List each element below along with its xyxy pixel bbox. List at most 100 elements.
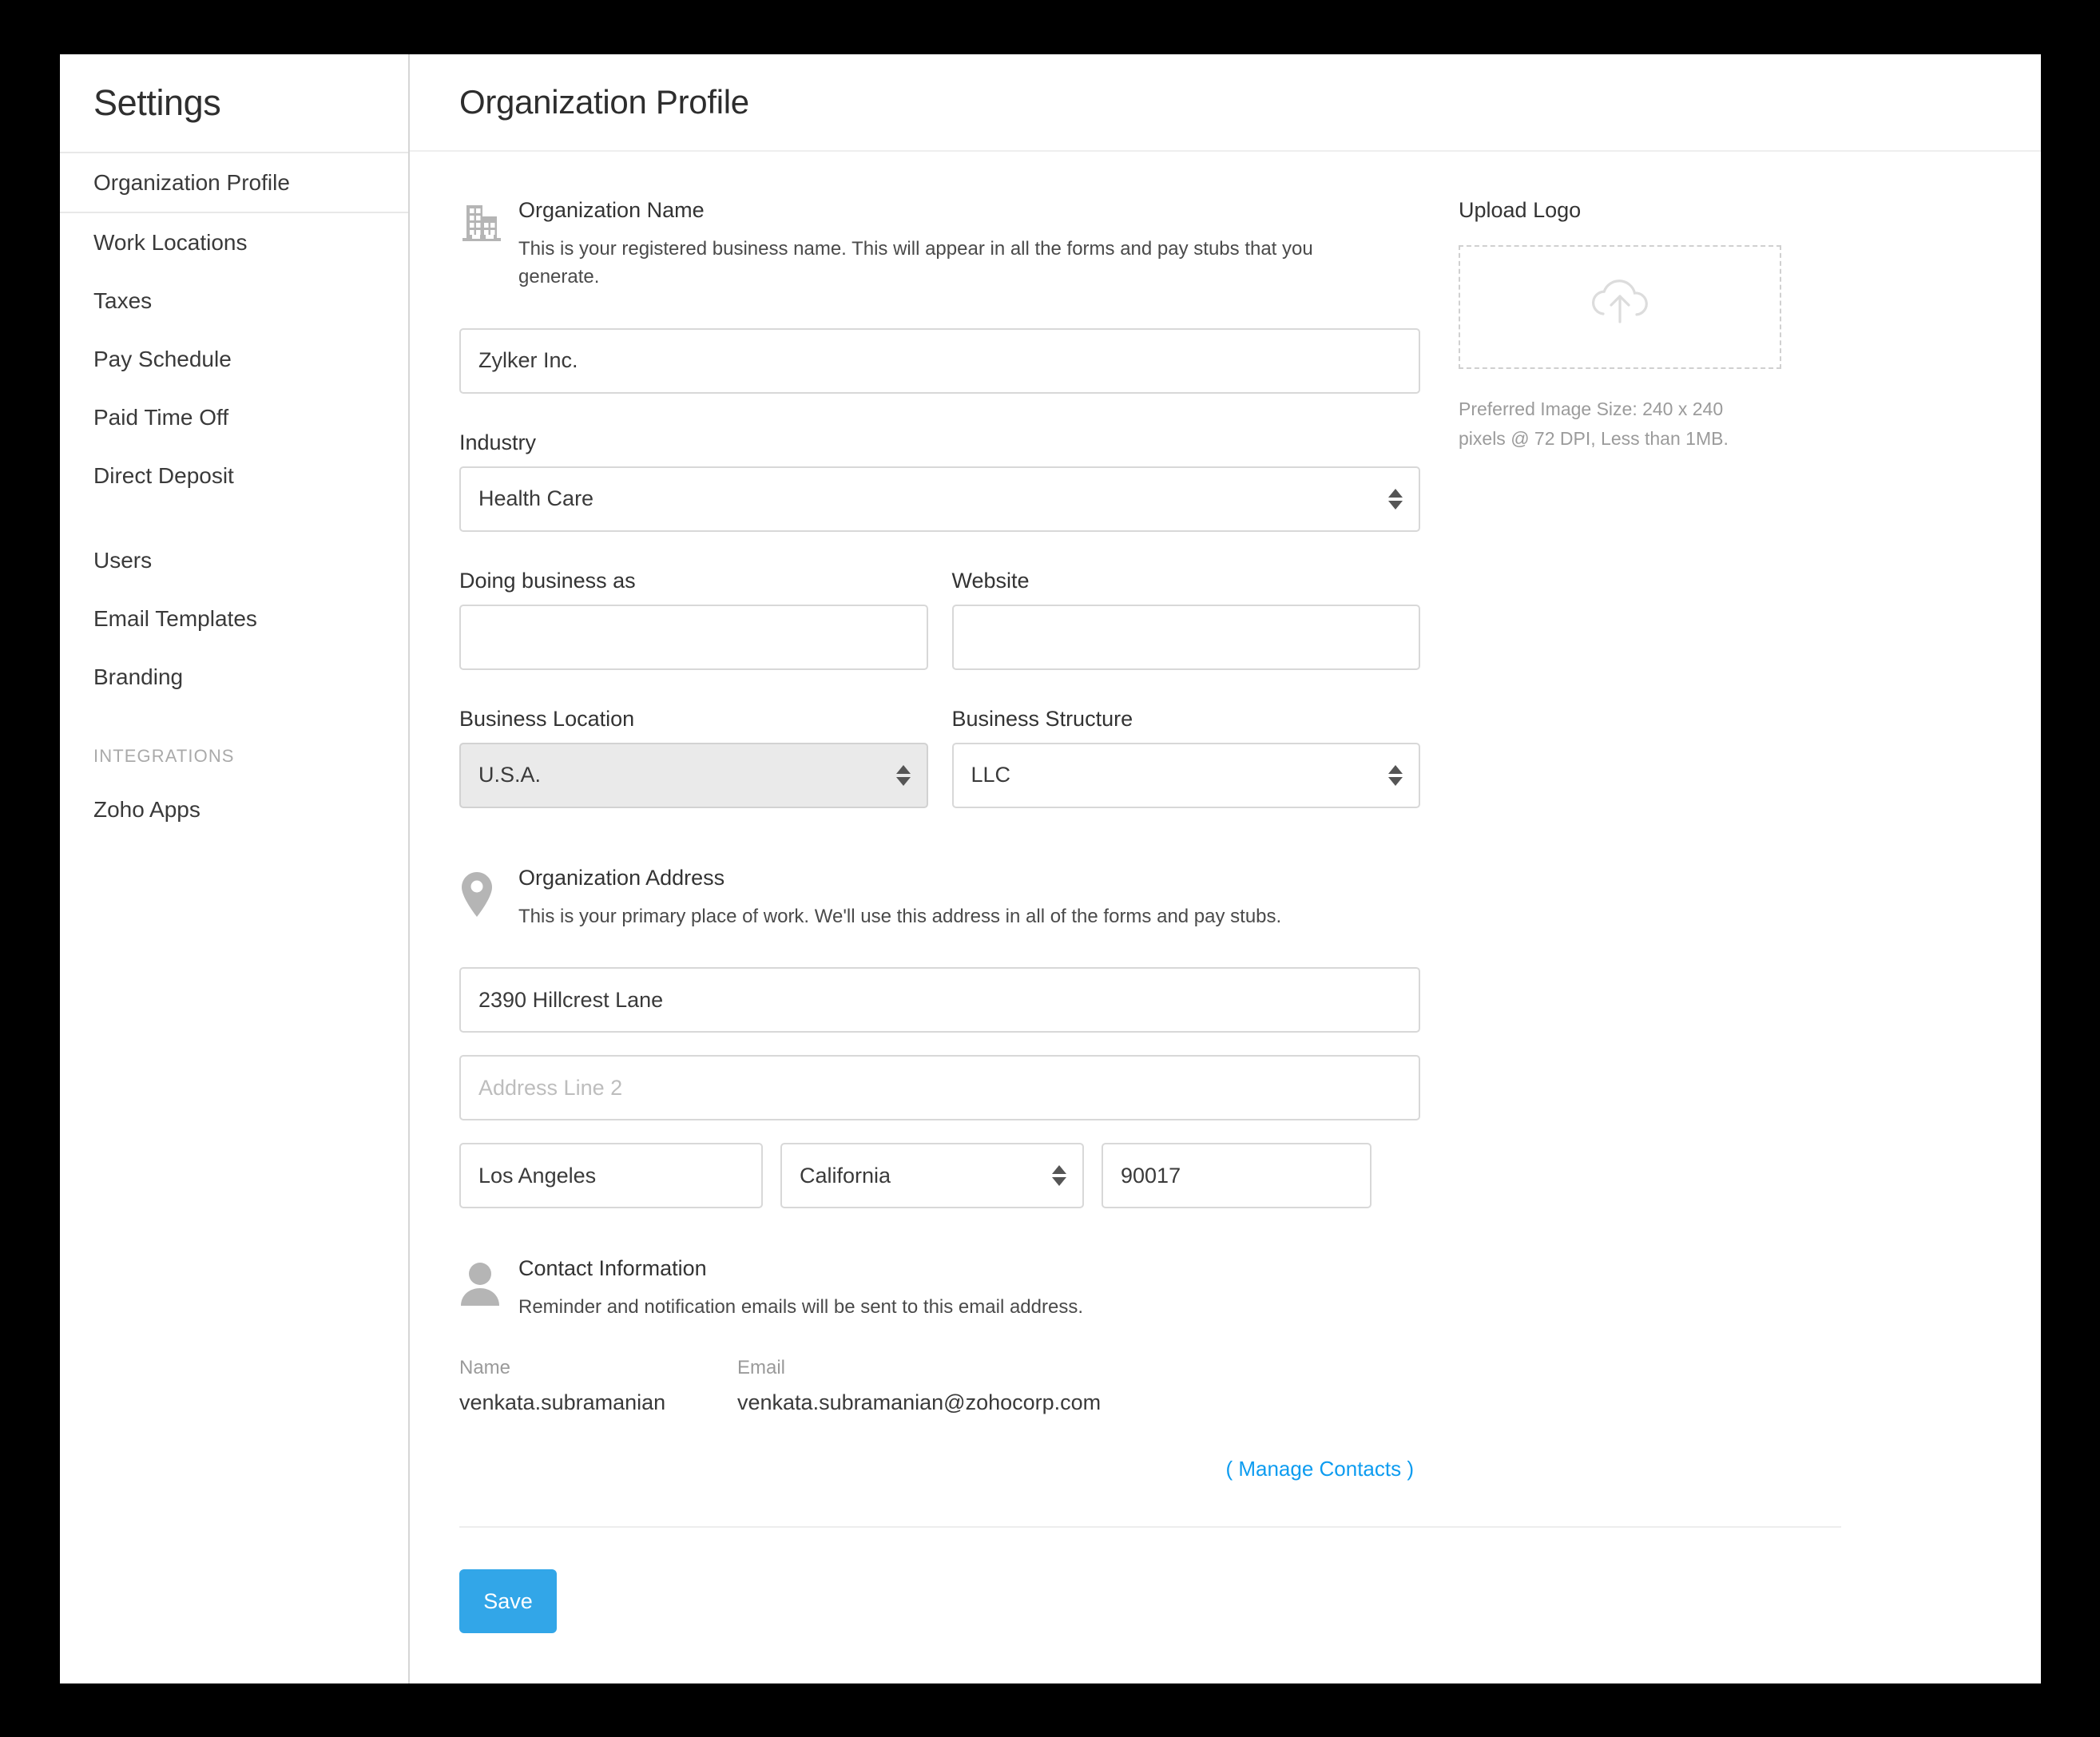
industry-select[interactable]: Health Care bbox=[459, 466, 1420, 532]
organization-name-input[interactable]: Zylker Inc. bbox=[459, 327, 1420, 394]
sidebar-section-integrations: INTEGRATIONS bbox=[93, 746, 235, 766]
settings-window: Settings Organization Profile Work Locat… bbox=[60, 54, 2041, 1683]
address-zip-input[interactable]: 90017 bbox=[1102, 1143, 1372, 1209]
contact-information-section: Contact Information Reminder and notific… bbox=[459, 1256, 1420, 1322]
contact-cell-email: venkata.subramanian@zohocorp.com bbox=[737, 1390, 1102, 1415]
sidebar-title: Settings bbox=[93, 82, 221, 123]
address-line2-input[interactable]: Address Line 2 bbox=[459, 1055, 1420, 1121]
sidebar-item-direct-deposit[interactable]: Direct Deposit bbox=[60, 446, 408, 505]
doing-business-as-field: Doing business as bbox=[459, 569, 928, 670]
organization-address-description: This is your primary place of work. We'l… bbox=[518, 905, 1282, 927]
sidebar-item-label: Users bbox=[93, 547, 153, 573]
doing-business-as-input[interactable] bbox=[459, 604, 928, 670]
manage-contacts-link[interactable]: ( Manage Contacts ) bbox=[1225, 1457, 1414, 1481]
sidebar-item-label: Zoho Apps bbox=[93, 796, 200, 822]
sidebar-item-label: Branding bbox=[93, 664, 184, 689]
organization-name-description: This is your registered business name. T… bbox=[518, 238, 1313, 288]
website-input[interactable] bbox=[951, 604, 1420, 670]
address-city-wrap: Los Angeles bbox=[459, 1143, 763, 1209]
sidebar-item-label: Pay Schedule bbox=[93, 346, 232, 371]
main-panel: Organization Profile Organization Name T… bbox=[410, 54, 2041, 1683]
address-state-selected-value: California bbox=[800, 1163, 891, 1188]
save-button[interactable]: Save bbox=[459, 1569, 557, 1634]
cloud-upload-icon bbox=[1586, 276, 1654, 339]
sidebar-item-label: Direct Deposit bbox=[93, 462, 234, 488]
page-title: Organization Profile bbox=[459, 83, 749, 121]
organization-address-title: Organization Address bbox=[518, 865, 725, 890]
contact-table: Name venkata.subramanian Email venkata.s… bbox=[459, 1357, 1420, 1415]
contact-cell-name: venkata.subramanian bbox=[459, 1390, 666, 1415]
manage-contacts-wrap: ( Manage Contacts ) bbox=[459, 1457, 1420, 1481]
contact-information-title: Contact Information bbox=[518, 1256, 707, 1281]
organization-address-text: Organization Address This is your primar… bbox=[518, 866, 1420, 931]
logo-dropzone[interactable] bbox=[1459, 245, 1781, 369]
business-location-label: Business Location bbox=[459, 706, 635, 731]
address-zip-wrap: 90017 bbox=[1102, 1143, 1372, 1209]
contact-information-description: Reminder and notification emails will be… bbox=[518, 1296, 1084, 1319]
business-location-selected-value: U.S.A. bbox=[478, 763, 542, 787]
address-line1-wrap: 2390 Hillcrest Lane bbox=[459, 967, 1420, 1033]
dba-website-row: Doing business as Website bbox=[459, 569, 1420, 670]
website-label: Website bbox=[951, 568, 1030, 593]
sidebar-group-gap-2 bbox=[60, 706, 408, 732]
sidebar-item-users[interactable]: Users bbox=[60, 531, 408, 589]
address-state-wrap: California bbox=[780, 1143, 1084, 1209]
chevron-updown-icon bbox=[1388, 488, 1403, 510]
upload-logo-column: Upload Logo Preferred Image Size: 240 x … bbox=[1420, 198, 2041, 1481]
sidebar-item-pay-schedule[interactable]: Pay Schedule bbox=[60, 330, 408, 388]
sidebar-item-branding[interactable]: Branding bbox=[60, 648, 408, 706]
settings-sidebar: Settings Organization Profile Work Locat… bbox=[60, 54, 410, 1683]
upload-logo-title: Upload Logo bbox=[1459, 198, 1582, 222]
chevron-updown-icon bbox=[1052, 1165, 1066, 1187]
address-state-select[interactable]: California bbox=[780, 1143, 1084, 1209]
sidebar-item-label: Paid Time Off bbox=[93, 404, 229, 430]
contact-column-header-name: Name bbox=[459, 1357, 511, 1379]
sidebar-group-gap bbox=[60, 505, 408, 531]
sidebar-item-zoho-apps[interactable]: Zoho Apps bbox=[60, 780, 408, 839]
organization-name-title: Organization Name bbox=[518, 198, 705, 222]
sidebar-item-label: Email Templates bbox=[93, 605, 257, 631]
chevron-updown-icon bbox=[895, 764, 911, 786]
business-location-structure-row: Business Location U.S.A. Business Struct… bbox=[459, 707, 1420, 808]
address-line1-input[interactable]: 2390 Hillcrest Lane bbox=[459, 967, 1420, 1033]
address-line2-wrap: Address Line 2 bbox=[459, 1055, 1420, 1121]
business-location-field: Business Location U.S.A. bbox=[459, 707, 928, 808]
sidebar-item-label: Organization Profile bbox=[93, 169, 290, 195]
sidebar-nav: Organization Profile Work Locations Taxe… bbox=[60, 152, 408, 839]
sidebar-item-label: Taxes bbox=[93, 288, 153, 313]
contact-column-email: Email venkata.subramanian@zohocorp.com bbox=[737, 1357, 1420, 1415]
contact-column-name: Name venkata.subramanian bbox=[459, 1357, 737, 1415]
industry-field: Industry Health Care bbox=[459, 430, 1420, 532]
form-column: Organization Name This is your registere… bbox=[410, 198, 1420, 1481]
organization-name-section: Organization Name This is your registere… bbox=[459, 198, 1420, 291]
person-icon bbox=[459, 1256, 518, 1307]
contact-information-text: Contact Information Reminder and notific… bbox=[518, 1256, 1420, 1322]
sidebar-item-work-locations[interactable]: Work Locations bbox=[60, 213, 408, 272]
sidebar-item-taxes[interactable]: Taxes bbox=[60, 272, 408, 330]
address-city-input[interactable]: Los Angeles bbox=[459, 1143, 763, 1209]
business-structure-label: Business Structure bbox=[951, 706, 1133, 731]
building-icon bbox=[459, 198, 518, 246]
business-structure-selected-value: LLC bbox=[971, 763, 1011, 787]
industry-label: Industry bbox=[459, 430, 537, 454]
address-city-state-zip-row: Los Angeles California 90017 bbox=[459, 1143, 1420, 1209]
sidebar-item-organization-profile[interactable]: Organization Profile bbox=[60, 152, 408, 213]
location-pin-icon bbox=[459, 866, 518, 918]
sidebar-item-paid-time-off[interactable]: Paid Time Off bbox=[60, 388, 408, 446]
organization-name-field-wrap: Zylker Inc. bbox=[459, 327, 1420, 394]
sidebar-title-wrap: Settings bbox=[60, 54, 408, 152]
doing-business-as-label: Doing business as bbox=[459, 568, 636, 593]
footer-actions: Save bbox=[410, 1528, 2041, 1634]
upload-logo-hint: Preferred Image Size: 240 x 240 pixels @… bbox=[1459, 399, 1729, 449]
main-header: Organization Profile bbox=[410, 54, 2041, 152]
industry-selected-value: Health Care bbox=[478, 486, 594, 511]
contact-column-header-email: Email bbox=[737, 1357, 786, 1379]
business-location-select[interactable]: U.S.A. bbox=[459, 742, 928, 808]
website-field: Website bbox=[951, 568, 1420, 670]
profile-form-area: Organization Name This is your registere… bbox=[410, 152, 2041, 1481]
sidebar-item-email-templates[interactable]: Email Templates bbox=[60, 589, 408, 648]
organization-address-section: Organization Address This is your primar… bbox=[459, 866, 1420, 931]
business-structure-select[interactable]: LLC bbox=[951, 742, 1420, 808]
sidebar-item-label: Work Locations bbox=[93, 229, 248, 255]
organization-name-text: Organization Name This is your registere… bbox=[518, 198, 1420, 291]
